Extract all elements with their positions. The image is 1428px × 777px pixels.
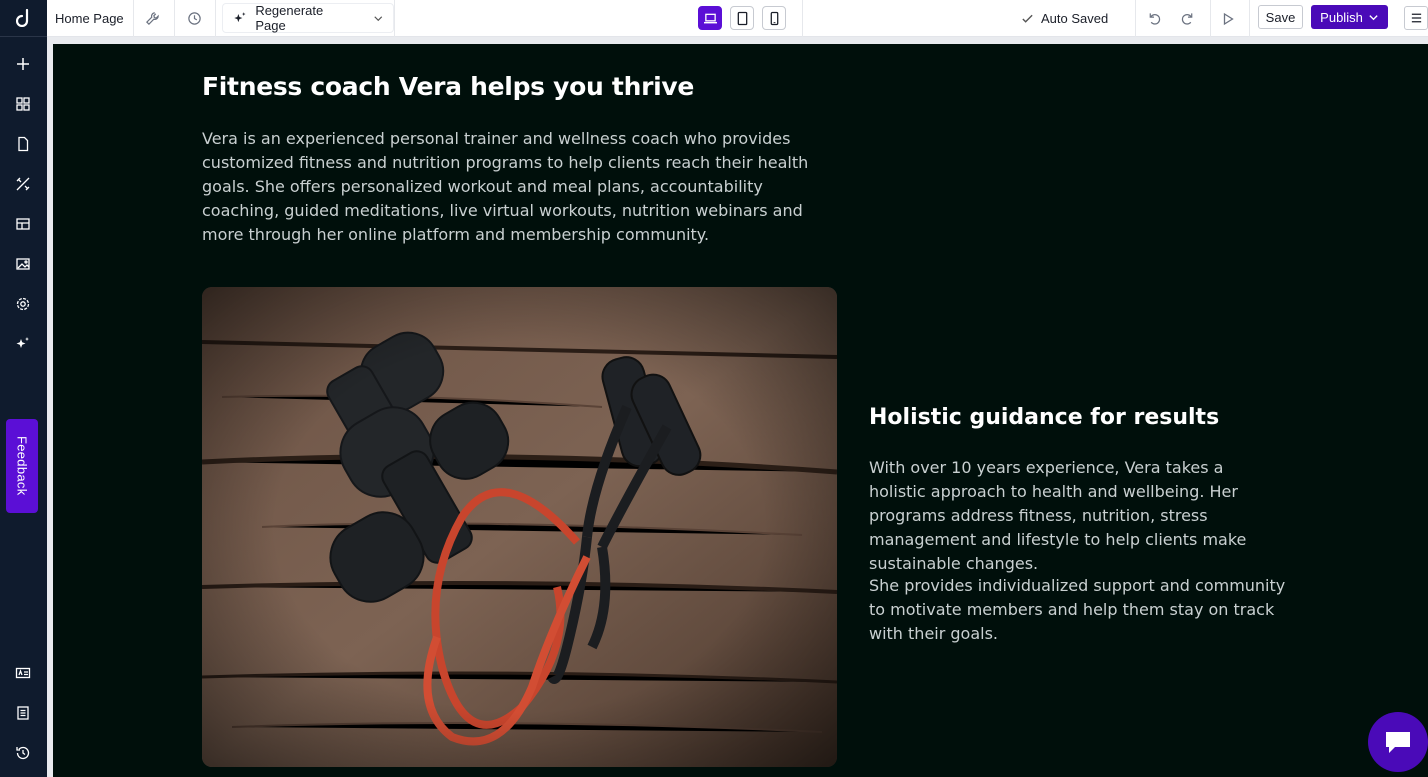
divider bbox=[215, 0, 216, 37]
regenerate-label: Regenerate Page bbox=[255, 3, 324, 33]
hamburger-icon bbox=[1411, 13, 1421, 23]
menu-button[interactable] bbox=[1404, 6, 1428, 30]
divider bbox=[394, 0, 395, 37]
save-label: Save bbox=[1265, 9, 1296, 25]
laptop-icon bbox=[703, 13, 717, 23]
clock-icon[interactable] bbox=[187, 0, 202, 37]
regenerate-page-button[interactable]: Regenerate Page bbox=[222, 3, 394, 33]
auto-saved-status: Auto Saved bbox=[1021, 0, 1108, 37]
desktop-view-button[interactable] bbox=[698, 6, 722, 30]
chevron-down-icon bbox=[1369, 14, 1378, 20]
dumbbells-resistance-band-image bbox=[202, 287, 837, 767]
page-name-label: Home Page bbox=[55, 11, 124, 26]
section-paragraph-2[interactable]: She provides individualized support and … bbox=[869, 574, 1289, 646]
chat-icon bbox=[1386, 732, 1410, 753]
undo-icon[interactable] bbox=[1147, 0, 1162, 37]
media-icon[interactable] bbox=[13, 254, 33, 274]
check-icon bbox=[1022, 14, 1033, 23]
chat-support-button[interactable] bbox=[1368, 712, 1428, 772]
divider bbox=[1249, 0, 1250, 37]
blocks-icon[interactable] bbox=[13, 94, 33, 114]
page-canvas[interactable]: Fitness coach Vera helps you thrive Vera… bbox=[53, 44, 1428, 777]
history-icon[interactable] bbox=[13, 743, 33, 763]
tablet-view-button[interactable] bbox=[730, 6, 754, 30]
section-paragraph-1[interactable]: With over 10 years experience, Vera take… bbox=[869, 456, 1284, 576]
page-heading[interactable]: Fitness coach Vera helps you thrive bbox=[202, 72, 694, 101]
feedback-label: Feedback bbox=[14, 436, 30, 496]
sparkle-icon bbox=[234, 11, 246, 22]
layout-icon[interactable] bbox=[13, 214, 33, 234]
page-icon[interactable] bbox=[13, 134, 33, 154]
preview-play-icon[interactable] bbox=[1221, 0, 1235, 37]
section-subheading[interactable]: Holistic guidance for results bbox=[869, 405, 1219, 430]
design-tools-icon[interactable] bbox=[13, 174, 33, 194]
id-card-icon[interactable] bbox=[13, 663, 33, 683]
divider bbox=[1135, 0, 1136, 37]
redo-icon[interactable] bbox=[1180, 0, 1195, 37]
fitness-equipment-image[interactable] bbox=[202, 287, 837, 767]
publish-button[interactable]: Publish bbox=[1311, 5, 1388, 29]
left-sidebar: Feedback bbox=[0, 0, 47, 777]
settings-icon[interactable] bbox=[13, 294, 33, 314]
intro-paragraph[interactable]: Vera is an experienced personal trainer … bbox=[202, 127, 842, 247]
ai-sparkle-icon[interactable] bbox=[13, 334, 33, 354]
divider bbox=[174, 0, 175, 37]
tablet-icon bbox=[737, 11, 747, 25]
add-icon[interactable] bbox=[13, 54, 33, 74]
feedback-button[interactable]: Feedback bbox=[6, 419, 38, 513]
top-toolbar: Home Page Regenerate Page Auto Saved Sav… bbox=[47, 0, 1428, 37]
page-selector[interactable]: Home Page bbox=[55, 0, 124, 37]
app-logo[interactable] bbox=[0, 0, 47, 37]
publish-label: Publish bbox=[1320, 9, 1363, 25]
mobile-view-button[interactable] bbox=[762, 6, 786, 30]
mobile-icon bbox=[770, 11, 778, 25]
divider bbox=[802, 0, 803, 37]
logo-icon bbox=[15, 9, 28, 27]
wrench-icon[interactable] bbox=[145, 0, 160, 37]
divider bbox=[133, 0, 134, 37]
divider bbox=[1210, 0, 1211, 37]
save-button[interactable]: Save bbox=[1258, 5, 1303, 29]
notes-icon[interactable] bbox=[13, 703, 33, 723]
chevron-down-icon bbox=[373, 15, 382, 21]
status-label: Auto Saved bbox=[1041, 11, 1109, 26]
